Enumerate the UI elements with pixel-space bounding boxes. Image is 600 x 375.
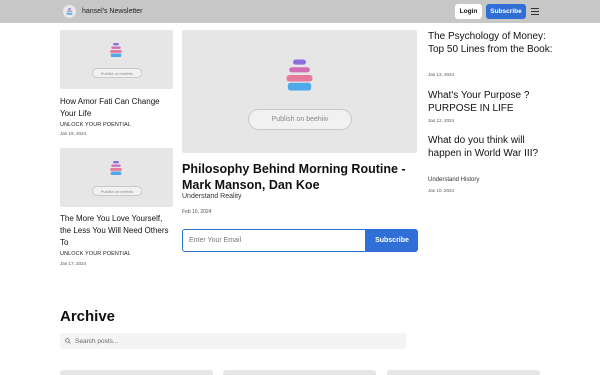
featured-post-date: Feb 10, 2024: [182, 209, 212, 215]
post-thumbnail[interactable]: Publish on beehiiv: [60, 30, 173, 89]
post-date: Jan 10, 2024: [428, 188, 455, 193]
featured-post-category: Understand Reality: [182, 193, 242, 200]
search-posts-input[interactable]: Search posts...: [60, 333, 406, 349]
beehiiv-logo-icon: [286, 59, 313, 91]
post-date: Jan 19, 2024: [60, 131, 87, 136]
newsletter-name: hansel's Newsletter: [82, 8, 143, 15]
post-date: Jan 13, 2024: [428, 72, 455, 77]
post-title[interactable]: The More You Love Yourself, the Less You…: [60, 213, 175, 249]
post-category: Understand History: [428, 177, 480, 183]
archive-card[interactable]: [387, 370, 540, 375]
post-thumbnail[interactable]: Publish on beehiiv: [60, 148, 173, 207]
brand[interactable]: hansel's Newsletter: [63, 4, 142, 19]
hamburger-menu-icon[interactable]: [531, 8, 539, 15]
archive-heading: Archive: [60, 308, 116, 325]
featured-post-title[interactable]: Philosophy Behind Morning Routine - Mark…: [182, 161, 422, 193]
post-title[interactable]: What do you think will happen in World W…: [428, 134, 558, 160]
subscribe-button[interactable]: Subscribe: [486, 4, 526, 19]
post-title[interactable]: The Psychology of Money: Top 50 Lines fr…: [428, 30, 558, 56]
placeholder-badge: Publish on beehiiv: [92, 68, 142, 78]
search-placeholder: Search posts...: [75, 337, 119, 345]
top-bar: hansel's Newsletter Login Subscribe: [0, 0, 600, 23]
post-date: Jan 17, 2024: [60, 261, 87, 266]
subscribe-form-button[interactable]: Subscribe: [366, 229, 418, 252]
post-title[interactable]: How Amor Fati Can Change Your Life: [60, 96, 175, 120]
archive-card[interactable]: [223, 370, 376, 375]
login-button[interactable]: Login: [455, 4, 482, 19]
post-title[interactable]: What's Your Purpose ? PURPOSE IN LIFE: [428, 89, 558, 115]
post-category: UNLOCK YOUR POENTIAL: [60, 122, 131, 128]
post-category: UNLOCK YOUR POENTIAL: [60, 251, 131, 257]
post-date: Jan 12, 2024: [428, 118, 455, 123]
placeholder-badge: Publish on beehiiv: [248, 109, 352, 130]
beehiiv-logo-icon: [110, 161, 122, 175]
featured-thumbnail[interactable]: Publish on beehiiv: [182, 30, 417, 153]
archive-card[interactable]: [60, 370, 213, 375]
email-input[interactable]: Enter Your Email: [182, 229, 366, 252]
search-icon: [65, 338, 71, 344]
beehiiv-logo-icon: [110, 43, 122, 57]
beehiiv-logo-icon: [63, 5, 76, 18]
placeholder-badge: Publish on beehiiv: [92, 186, 142, 196]
